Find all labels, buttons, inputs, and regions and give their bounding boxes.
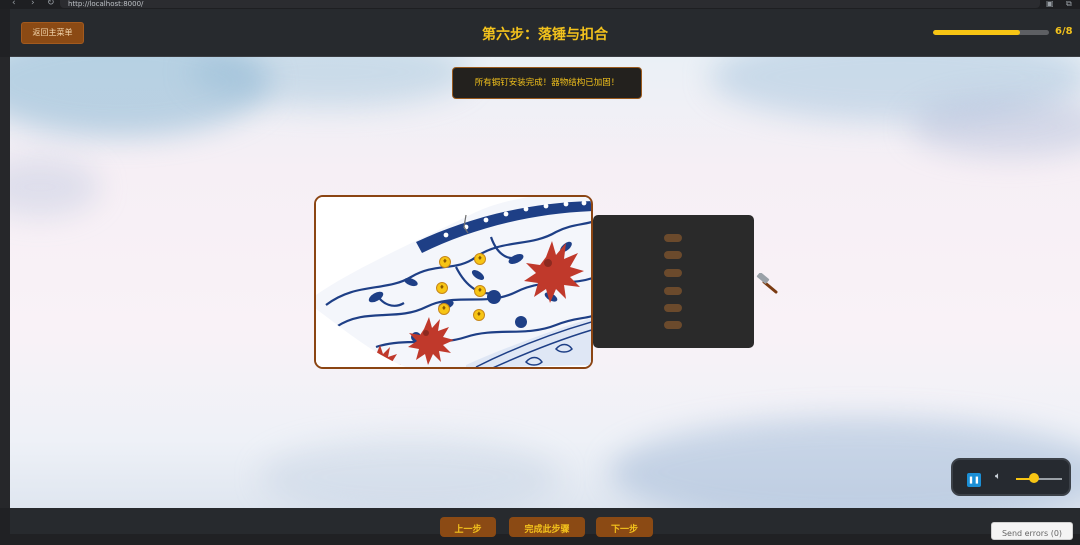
next-step-button[interactable]: 下一步 bbox=[596, 517, 653, 537]
top-bar: 返回主菜单 第六步：落锤与扣合 6/8 bbox=[10, 9, 1080, 57]
page-title: 第六步：落锤与扣合 bbox=[482, 27, 608, 43]
staple-nail[interactable] bbox=[664, 304, 682, 312]
progress-text: 6/8 bbox=[1055, 26, 1073, 37]
staple-nail[interactable] bbox=[664, 251, 682, 259]
browser-toolbar: ‹ › ↻ http://localhost:8000/ ▣ ⧉ bbox=[0, 0, 1080, 9]
reload-icon[interactable]: ↻ bbox=[47, 0, 55, 8]
staple-nail[interactable] bbox=[664, 269, 682, 277]
progress-fill bbox=[933, 30, 1020, 35]
porcelain-bowl-image[interactable]: ♦ ♦ ♦ ♦ ♦ ♦ bbox=[314, 195, 593, 369]
send-errors-button[interactable]: Send errors (0) bbox=[991, 522, 1073, 540]
blue-and-white-bowl-illustration bbox=[316, 197, 591, 367]
hammer-icon[interactable] bbox=[755, 272, 781, 295]
staple-nail[interactable] bbox=[664, 287, 682, 295]
background-cloud bbox=[10, 157, 100, 217]
staple-nail[interactable] bbox=[664, 234, 682, 242]
staple-nail[interactable] bbox=[664, 321, 682, 329]
complete-step-button[interactable]: 完成此步骤 bbox=[509, 517, 585, 537]
extension-icon[interactable]: ▣ bbox=[1046, 0, 1054, 8]
rivet-marker[interactable]: ♦ bbox=[438, 303, 450, 315]
volume-knob[interactable] bbox=[1029, 473, 1040, 483]
background-cloud bbox=[910, 97, 1080, 157]
forward-arrow-icon[interactable]: › bbox=[31, 0, 35, 8]
address-bar[interactable]: http://localhost:8000/ bbox=[60, 0, 1040, 8]
open-tab-icon[interactable]: ⧉ bbox=[1066, 0, 1072, 9]
rivet-marker[interactable]: ♦ bbox=[474, 285, 486, 297]
rivet-marker[interactable]: ♦ bbox=[436, 282, 448, 294]
volume-slider[interactable] bbox=[1016, 478, 1062, 480]
progress-bar bbox=[933, 30, 1049, 35]
previous-step-button[interactable]: 上一步 bbox=[440, 517, 496, 537]
status-toast: 所有锔钉安装完成！器物结构已加固！ bbox=[452, 67, 642, 99]
background-cloud bbox=[260, 437, 560, 508]
bottom-bar: 上一步 完成此步骤 下一步 Send errors (0) bbox=[10, 508, 1080, 540]
audio-player: ❚❚ 🔈︎ bbox=[951, 458, 1071, 496]
workspace-stage: 所有锔钉安装完成！器物结构已加固！ ♦ ♦ ♦ ♦ ♦ ♦ ❚❚ 🔈︎ bbox=[10, 57, 1080, 508]
nail-tray bbox=[593, 215, 754, 348]
rivet-marker[interactable]: ♦ bbox=[473, 309, 485, 321]
rivet-marker[interactable]: ♦ bbox=[474, 253, 486, 265]
speaker-icon[interactable]: 🔈︎ bbox=[995, 471, 1001, 482]
rivet-marker[interactable]: ♦ bbox=[439, 256, 451, 268]
back-arrow-icon[interactable]: ‹ bbox=[12, 0, 16, 8]
left-edge bbox=[0, 57, 10, 508]
pause-icon[interactable]: ❚❚ bbox=[967, 473, 981, 487]
